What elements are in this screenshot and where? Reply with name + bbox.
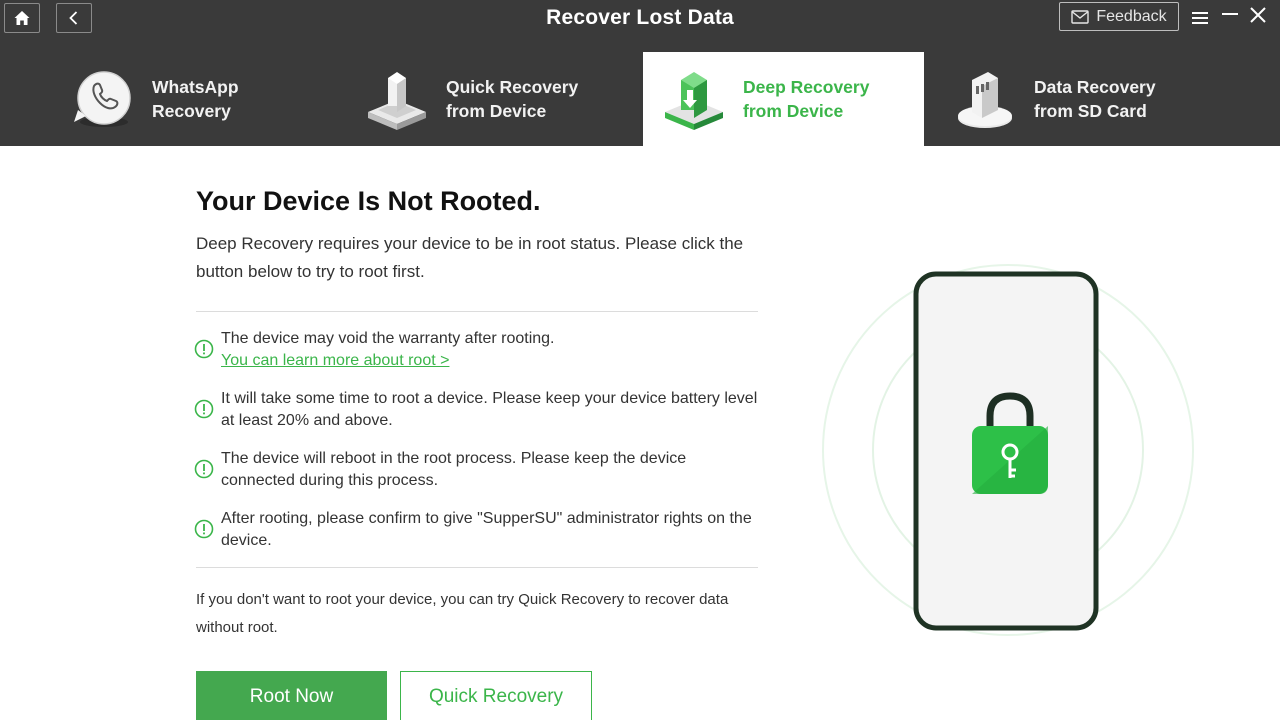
intro-text: Deep Recovery requires your device to be…	[196, 234, 744, 281]
hamburger-menu-icon	[1192, 12, 1208, 24]
exclamation-circle-icon	[194, 399, 214, 419]
feedback-label: Feedback	[1096, 7, 1167, 25]
note-text: The device may void the warranty after r…	[221, 330, 555, 347]
tab-deep-recovery[interactable]: Deep Recovery from Device	[643, 52, 924, 146]
tab-whatsapp-recovery[interactable]: WhatsApp Recovery	[70, 52, 350, 146]
feedback-button[interactable]: Feedback	[1059, 2, 1179, 31]
deep-recovery-icon	[665, 72, 723, 130]
minimize-button[interactable]	[1219, 3, 1241, 25]
note-text: After rooting, please confirm to give "S…	[221, 510, 752, 549]
list-item: The device may void the warranty after r…	[194, 328, 761, 372]
quick-recovery-button[interactable]: Quick Recovery	[400, 671, 592, 720]
exclamation-circle-icon	[194, 459, 214, 479]
home-icon	[14, 11, 30, 25]
home-button[interactable]	[4, 3, 40, 33]
note-text: It will take some time to root a device.…	[221, 390, 758, 429]
chevron-left-icon	[69, 11, 78, 25]
phone-lock-illustration	[822, 264, 1194, 636]
quick-recovery-icon	[368, 72, 426, 130]
divider-top	[196, 311, 758, 312]
list-item: The device will reboot in the root proce…	[194, 448, 761, 492]
tab-label-quick-recovery: Quick Recovery from Device	[446, 77, 579, 121]
top-bar: Recover Lost Data Feedback WhatsApp Reco…	[0, 0, 1280, 146]
exclamation-circle-icon	[194, 339, 214, 359]
title-bar: Recover Lost Data Feedback	[0, 0, 1280, 38]
minimize-icon	[1222, 13, 1238, 15]
tab-sd-card-recovery[interactable]: Data Recovery from SD Card	[952, 52, 1252, 146]
tab-label-sd-card: Data Recovery from SD Card	[1034, 77, 1156, 121]
close-button[interactable]	[1247, 4, 1269, 26]
page-heading: Your Device Is Not Rooted.	[196, 186, 541, 216]
sd-card-icon	[958, 72, 1012, 128]
menu-button[interactable]	[1189, 7, 1211, 29]
tab-quick-recovery[interactable]: Quick Recovery from Device	[364, 52, 634, 146]
exclamation-circle-icon	[194, 519, 214, 539]
root-now-button[interactable]: Root Now	[196, 671, 387, 720]
back-button[interactable]	[56, 3, 92, 33]
footnote-text: If you don't want to root your device, y…	[196, 591, 729, 636]
tab-label-deep-recovery: Deep Recovery from Device	[743, 77, 870, 121]
close-icon	[1250, 7, 1266, 23]
list-item: After rooting, please confirm to give "S…	[194, 508, 761, 552]
learn-more-root-link[interactable]: You can learn more about root >	[221, 350, 761, 372]
divider-bottom	[196, 567, 758, 568]
mail-icon	[1071, 9, 1090, 24]
list-item: It will take some time to root a device.…	[194, 388, 761, 432]
whatsapp-phone-icon	[74, 71, 131, 127]
tab-label-whatsapp: WhatsApp Recovery	[152, 77, 239, 121]
note-text: The device will reboot in the root proce…	[221, 450, 687, 489]
